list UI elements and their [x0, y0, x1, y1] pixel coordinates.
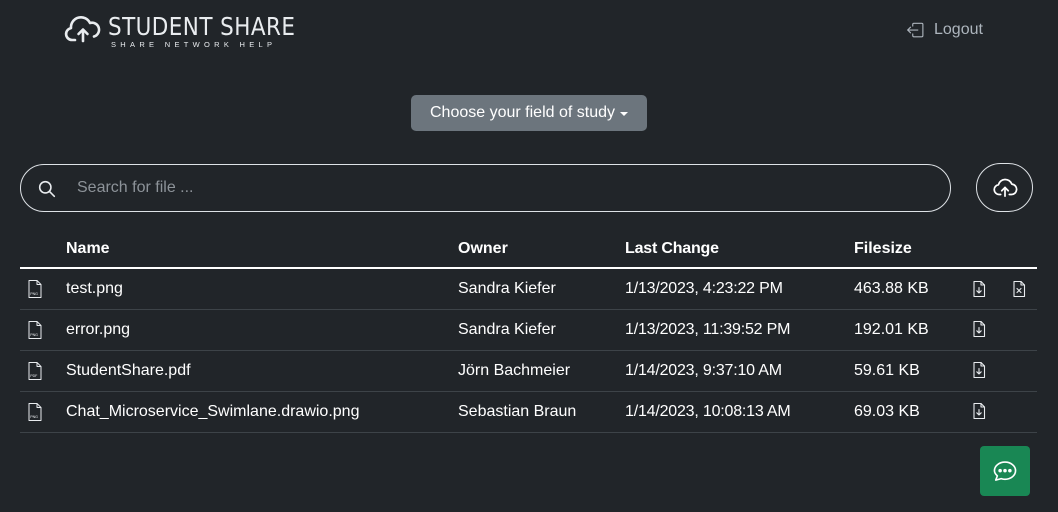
- file-owner: Sandra Kiefer: [458, 309, 625, 351]
- table-row: PDF StudentShare.pdf Jörn Bachmeier 1/14…: [20, 350, 1037, 392]
- field-of-study-dropdown[interactable]: Choose your field of study: [411, 95, 647, 131]
- file-name[interactable]: error.png: [66, 309, 458, 351]
- file-type-icon: PNG: [28, 320, 42, 339]
- header-owner[interactable]: Owner: [458, 230, 625, 269]
- header-filesize[interactable]: Filesize: [854, 230, 969, 269]
- file-download-icon[interactable]: [971, 361, 987, 379]
- files-table: Name Owner Last Change Filesize PNG test…: [20, 230, 1037, 433]
- logout-button[interactable]: Logout: [906, 21, 983, 39]
- file-size: 192.01 KB: [854, 309, 969, 351]
- file-owner: Jörn Bachmeier: [458, 350, 625, 392]
- upload-button[interactable]: [976, 163, 1033, 212]
- table-header-row: Name Owner Last Change Filesize: [20, 230, 1037, 269]
- table-row: PNG Chat_Microservice_Swimlane.drawio.pn…: [20, 391, 1037, 433]
- chat-button[interactable]: [980, 446, 1030, 496]
- file-last-change: 1/14/2023, 9:37:10 AM: [625, 350, 854, 392]
- file-delete-icon[interactable]: [1011, 280, 1027, 298]
- file-name[interactable]: Chat_Microservice_Swimlane.drawio.png: [66, 391, 458, 433]
- header-name[interactable]: Name: [66, 230, 458, 269]
- search-bar: [20, 164, 951, 212]
- file-name[interactable]: StudentShare.pdf: [66, 350, 458, 392]
- file-download-icon[interactable]: [971, 320, 987, 338]
- logo-title: STUDENT SHARE: [108, 12, 296, 41]
- header-actions: [969, 230, 1037, 269]
- file-actions: [969, 350, 1037, 392]
- table-row: PNG error.png Sandra Kiefer 1/13/2023, 1…: [20, 309, 1037, 351]
- cloud-upload-icon: [64, 16, 101, 43]
- file-actions: [969, 268, 1037, 310]
- svg-text:PNG: PNG: [30, 292, 38, 296]
- file-download-icon[interactable]: [971, 402, 987, 420]
- file-size: 59.61 KB: [854, 350, 969, 392]
- file-actions: [969, 391, 1037, 433]
- logout-label: Logout: [934, 21, 983, 38]
- file-last-change: 1/14/2023, 10:08:13 AM: [625, 391, 854, 433]
- svg-text:PNG: PNG: [30, 415, 38, 419]
- file-type-icon: PNG: [28, 402, 42, 421]
- search-input[interactable]: [77, 175, 937, 201]
- file-size: 69.03 KB: [854, 391, 969, 433]
- header-icon-col: [20, 230, 66, 269]
- file-type-icon: PDF: [28, 361, 42, 380]
- file-type-icon: PNG: [28, 279, 42, 298]
- file-actions: [969, 309, 1037, 351]
- file-download-icon[interactable]: [971, 280, 987, 298]
- file-type-cell: PNG: [20, 268, 66, 310]
- header: STUDENT SHARE SHARE NETWORK HELP Logout: [0, 0, 1058, 70]
- table-row: PNG test.png Sandra Kiefer 1/13/2023, 4:…: [20, 268, 1037, 310]
- svg-text:PDF: PDF: [30, 374, 38, 378]
- file-type-cell: PNG: [20, 309, 66, 351]
- file-type-cell: PDF: [20, 350, 66, 392]
- file-last-change: 1/13/2023, 4:23:22 PM: [625, 268, 854, 310]
- header-last-change[interactable]: Last Change: [625, 230, 854, 269]
- file-owner: Sebastian Braun: [458, 391, 625, 433]
- file-name[interactable]: test.png: [66, 268, 458, 310]
- box-arrow-in-left-icon: [907, 22, 924, 38]
- file-size: 463.88 KB: [854, 268, 969, 310]
- cloud-upload-icon: [992, 178, 1017, 197]
- logo-subtitle: SHARE NETWORK HELP: [111, 40, 277, 49]
- svg-text:PNG: PNG: [30, 333, 38, 337]
- file-owner: Sandra Kiefer: [458, 268, 625, 310]
- chat-dots-icon: [993, 461, 1017, 481]
- caret-down-icon: [620, 112, 628, 116]
- file-last-change: 1/13/2023, 11:39:52 PM: [625, 309, 854, 351]
- logo[interactable]: STUDENT SHARE SHARE NETWORK HELP: [64, 14, 326, 49]
- file-type-cell: PNG: [20, 391, 66, 433]
- field-of-study-label: Choose your field of study: [430, 104, 615, 121]
- search-icon: [38, 180, 56, 198]
